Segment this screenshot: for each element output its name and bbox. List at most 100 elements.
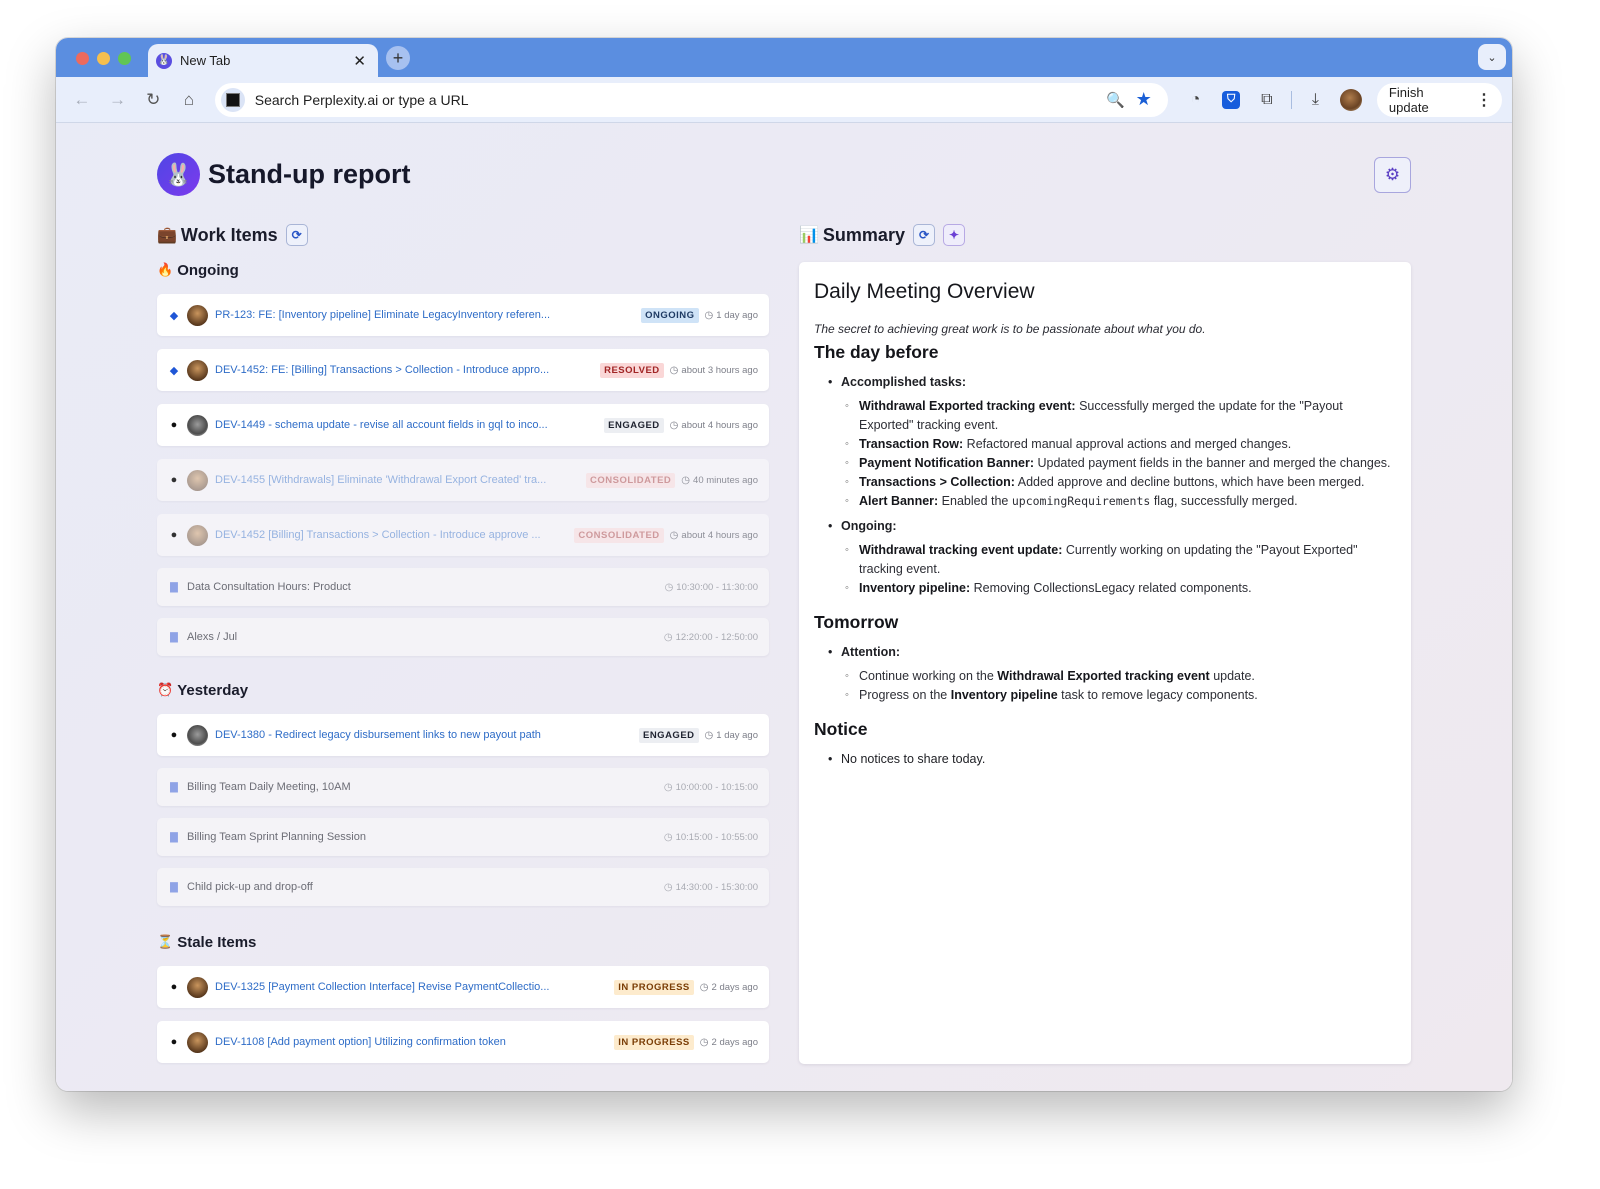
reload-button[interactable]: ↻: [137, 84, 169, 116]
work-item-link[interactable]: DEV-1452 [Billing] Transactions > Collec…: [215, 529, 560, 541]
avatar: [187, 976, 208, 998]
accomplished-group: Accomplished tasks: Withdrawal Exported …: [814, 375, 1396, 511]
maximize-window-button[interactable]: [118, 52, 131, 65]
calendar-event-row[interactable]: ▇ Child pick-up and drop-off ◷ 14:30:00 - 1…: [157, 868, 769, 906]
work-item-row[interactable]: ● DEV-1449 - schema update - revise all a…: [157, 404, 769, 446]
timestamp: ◷ 1 day ago: [705, 310, 758, 321]
refresh-work-items-button[interactable]: ⟳: [285, 224, 308, 246]
notice-heading: Notice: [814, 719, 868, 739]
address-bar[interactable]: Search Perplexity.ai or type a URL 🔍 ★: [214, 82, 1168, 117]
accomplished-item: Transactions > Collection: Added approve…: [841, 473, 1396, 492]
bold-label: Inventory pipeline:: [859, 581, 971, 595]
status-badge: CONSOLIDATED: [574, 527, 664, 543]
code-text: upcomingRequirements: [1011, 494, 1151, 508]
minimize-window-button[interactable]: [97, 52, 110, 65]
settings-button[interactable]: ⚙: [1374, 157, 1411, 193]
status-badge: IN PROGRESS: [614, 979, 694, 995]
new-tab-button[interactable]: +: [386, 46, 410, 70]
attention-item: Continue working on the Withdrawal Expor…: [841, 667, 1396, 686]
calendar-icon: ▇: [170, 631, 178, 643]
forward-button[interactable]: →: [102, 84, 134, 116]
work-item-link[interactable]: DEV-1380 - Redirect legacy disbursement …: [215, 729, 625, 741]
bitwarden-extension-icon[interactable]: ⛉: [1213, 84, 1249, 116]
accomplished-label: Accomplished tasks:: [841, 375, 967, 389]
status-badge: ENGAGED: [604, 417, 664, 433]
tab-bar: 🐰 New Tab ✕ + ⌄: [56, 38, 1512, 77]
more-menu-icon[interactable]: ⋮: [1476, 90, 1492, 110]
work-item-row[interactable]: ● DEV-1455 [Withdrawals] Eliminate 'Withd…: [157, 459, 769, 501]
finish-update-button[interactable]: Finish update ⋮: [1376, 82, 1502, 117]
refresh-summary-button[interactable]: ⟳: [912, 224, 935, 246]
finish-update-label: Finish update: [1388, 84, 1429, 115]
work-item-row[interactable]: ● DEV-1325 [Payment Collection Interface]…: [157, 966, 769, 1008]
calendar-event-row[interactable]: ▇ Billing Team Daily Meeting, 10AM ◷ 10:00:…: [157, 768, 769, 806]
text: Removing CollectionsLegacy related compo…: [970, 581, 1252, 595]
clock-icon: ◷: [699, 1036, 709, 1048]
event-title: Child pick-up and drop-off: [187, 881, 313, 893]
text: update.: [1209, 669, 1255, 683]
attention-list: Continue working on the Withdrawal Expor…: [841, 667, 1396, 705]
attention-item: Progress on the Inventory pipeline task …: [841, 686, 1396, 705]
tomorrow-list: Attention: Continue working on the Withd…: [814, 645, 1396, 705]
zoom-out-icon[interactable]: 🔍: [1102, 86, 1130, 114]
back-button[interactable]: ←: [66, 84, 98, 116]
work-item-row[interactable]: ● DEV-1452 [Billing] Transactions > Colle…: [157, 514, 769, 556]
home-button[interactable]: ⌂: [173, 84, 205, 116]
tab-search-button[interactable]: ⌄: [1478, 44, 1506, 70]
work-section: ⏰ Yesterday ● DEV-1380 - Redirect legacy di…: [157, 680, 769, 906]
toolbar-divider: [1290, 90, 1292, 109]
timestamp: ◷ 1 day ago: [705, 730, 758, 741]
download-icon[interactable]: ⤓: [1298, 84, 1334, 116]
summary-title: Summary: [822, 224, 905, 245]
work-item-link[interactable]: DEV-1452: FE: [Billing] Transactions > C…: [215, 364, 586, 376]
text: task to remove legacy components.: [1057, 688, 1258, 702]
work-item-row[interactable]: ● DEV-1108 [Add payment option] Utilizing…: [157, 1021, 769, 1063]
close-window-button[interactable]: [76, 52, 89, 65]
work-item-row[interactable]: ◆ PR-123: FE: [Inventory pipeline] Elimin…: [157, 294, 769, 336]
magic-wand-button[interactable]: ✦: [942, 224, 965, 246]
password-manager-extension-icon[interactable]: ◔: [1178, 84, 1214, 116]
event-title: Billing Team Daily Meeting, 10AM: [187, 781, 351, 793]
calendar-icon: ▇: [170, 781, 178, 793]
briefcase-icon: 💼: [157, 227, 177, 244]
section-title-label: Ongoing: [177, 261, 239, 279]
browser-tab[interactable]: 🐰 New Tab ✕: [148, 44, 378, 77]
extensions-puzzle-icon[interactable]: ⧉: [1249, 84, 1285, 116]
work-item-link[interactable]: DEV-1108 [Add payment option] Utilizing …: [215, 1036, 600, 1048]
timestamp-text: 1 day ago: [716, 309, 758, 321]
bold-text: Inventory pipeline: [950, 688, 1058, 702]
bold-label: Transaction Row:: [859, 437, 964, 451]
timestamp: ◷ 2 days ago: [700, 1037, 758, 1048]
work-item-row[interactable]: ● DEV-1380 - Redirect legacy disbursement…: [157, 714, 769, 756]
work-item-link[interactable]: DEV-1455 [Withdrawals] Eliminate 'Withdr…: [215, 474, 572, 486]
section-title-label: Yesterday: [177, 681, 249, 699]
section-title: ⏰ Yesterday: [157, 680, 769, 700]
clock-icon: ◷: [669, 419, 679, 431]
bookmark-star-icon[interactable]: ★: [1130, 86, 1158, 114]
calendar-event-row[interactable]: ▇ Alexs / Jul ◷ 12:20:00 - 12:50:00: [157, 618, 769, 656]
timestamp-text: 10:15:00 - 10:55:00: [675, 831, 758, 843]
address-input[interactable]: Search Perplexity.ai or type a URL: [255, 92, 1102, 108]
ongoing-group: Ongoing: Withdrawal tracking event updat…: [814, 519, 1396, 598]
calendar-event-row[interactable]: ▇ Billing Team Sprint Planning Session ◷ 10…: [157, 818, 769, 856]
work-item-link[interactable]: PR-123: FE: [Inventory pipeline] Elimina…: [215, 309, 627, 321]
work-item-link[interactable]: DEV-1325 [Payment Collection Interface] …: [215, 981, 600, 993]
close-tab-icon[interactable]: ✕: [353, 52, 366, 70]
avatar: [187, 1031, 208, 1053]
profile-avatar[interactable]: [1333, 84, 1369, 116]
accomplished-item: Payment Notification Banner: Updated pay…: [841, 454, 1396, 473]
work-item-row[interactable]: ◆ DEV-1452: FE: [Billing] Transactions > …: [157, 349, 769, 391]
text: Progress on the: [859, 688, 951, 702]
summary-heading: Daily Meeting Overview: [814, 280, 1035, 303]
clock-icon: ◷: [704, 729, 714, 741]
accomplished-item: Transaction Row: Refactored manual appro…: [841, 435, 1396, 454]
timestamp: ◷ 2 days ago: [700, 982, 758, 993]
bold-text: Withdrawal Exported tracking event: [997, 669, 1210, 683]
day-before-heading: The day before: [814, 342, 939, 362]
status-badge: CONSOLIDATED: [586, 472, 676, 488]
timestamp: ◷ about 3 hours ago: [670, 365, 758, 376]
event-title: Alexs / Jul: [187, 631, 238, 643]
calendar-event-row[interactable]: ▇ Data Consultation Hours: Product ◷ 10:30:…: [157, 568, 769, 606]
avatar: [187, 359, 208, 381]
work-item-link[interactable]: DEV-1449 - schema update - revise all ac…: [215, 419, 590, 431]
